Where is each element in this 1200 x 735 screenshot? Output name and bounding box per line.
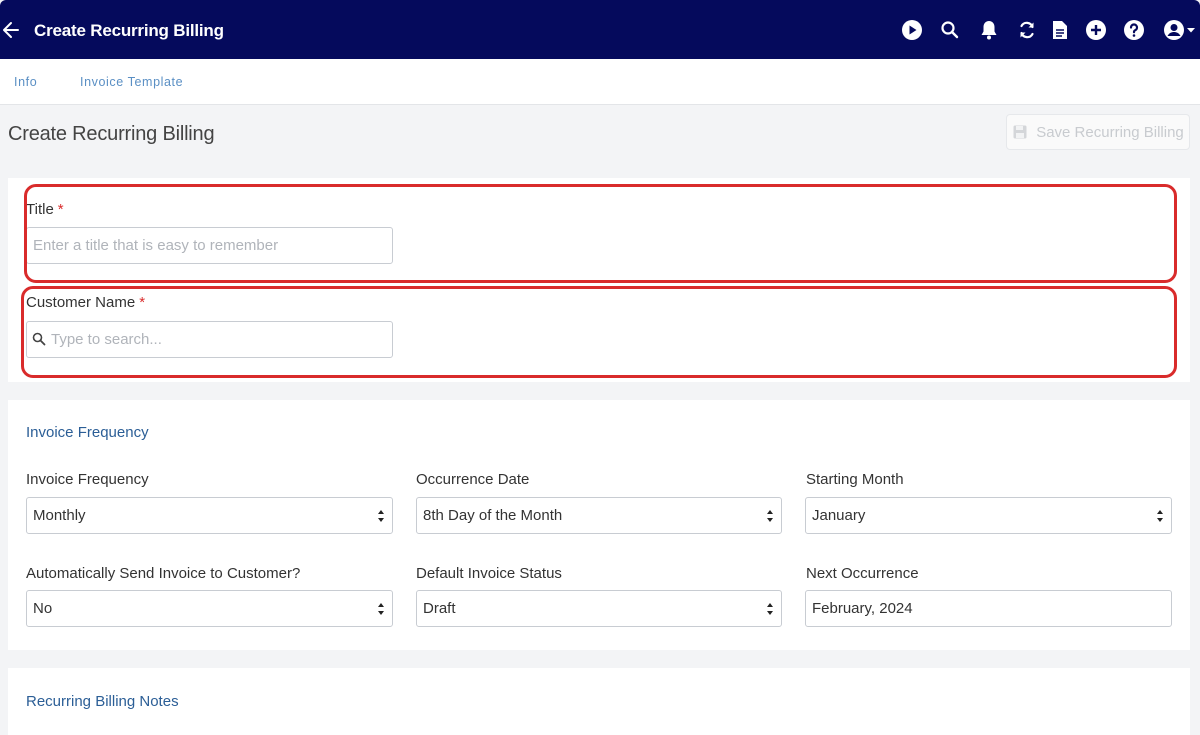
- invoice-frequency-label: Invoice Frequency: [26, 471, 149, 488]
- invoice-frequency-select[interactable]: Monthly: [26, 497, 393, 534]
- auto-send-label: Automatically Send Invoice to Customer?: [26, 565, 301, 582]
- tab-bar: Info Invoice Template: [0, 59, 1200, 105]
- app-header: Create Recurring Billing: [0, 0, 1200, 59]
- select-caret-icon: [378, 510, 384, 522]
- select-caret-icon: [1157, 510, 1163, 522]
- search-icon[interactable]: [938, 17, 962, 43]
- help-icon[interactable]: [1122, 17, 1146, 43]
- next-occurrence-label: Next Occurrence: [806, 565, 919, 582]
- back-arrow-icon[interactable]: [2, 20, 20, 40]
- highlight-title-field: [24, 184, 1177, 283]
- play-icon[interactable]: [900, 17, 924, 43]
- invoice-frequency-value: Monthly: [33, 507, 86, 524]
- invoice-frequency-section-title: Invoice Frequency: [26, 424, 149, 441]
- default-invoice-status-label: Default Invoice Status: [416, 565, 562, 582]
- auto-send-select[interactable]: No: [26, 590, 393, 627]
- next-occurrence-value: February, 2024: [812, 600, 913, 617]
- user-icon[interactable]: [1162, 17, 1198, 43]
- occurrence-date-label: Occurrence Date: [416, 471, 530, 488]
- highlight-customer-field: [21, 286, 1177, 378]
- auto-send-value: No: [33, 600, 53, 617]
- select-caret-icon: [767, 603, 773, 615]
- page-title: Create Recurring Billing: [8, 123, 215, 145]
- app-title: Create Recurring Billing: [34, 21, 224, 40]
- save-recurring-billing-button[interactable]: Save Recurring Billing: [1006, 114, 1190, 150]
- select-caret-icon: [767, 510, 773, 522]
- starting-month-value: January: [812, 507, 866, 524]
- recurring-billing-notes-section-title: Recurring Billing Notes: [26, 693, 179, 710]
- document-icon[interactable]: [1048, 17, 1072, 43]
- floppy-disk-icon: [1013, 125, 1027, 139]
- next-occurrence-field[interactable]: February, 2024: [805, 590, 1172, 627]
- starting-month-select[interactable]: January: [805, 497, 1172, 534]
- save-button-label: Save Recurring Billing: [1036, 123, 1184, 141]
- default-invoice-status-value: Draft: [423, 600, 456, 617]
- tab-invoice-template[interactable]: Invoice Template: [80, 75, 183, 89]
- occurrence-date-select[interactable]: 8th Day of the Month: [416, 497, 782, 534]
- select-caret-icon: [378, 603, 384, 615]
- default-invoice-status-select[interactable]: Draft: [416, 590, 782, 627]
- starting-month-label: Starting Month: [806, 471, 904, 488]
- plus-icon[interactable]: [1084, 17, 1108, 43]
- refresh-icon[interactable]: [1015, 17, 1039, 43]
- recurring-billing-notes-card: [8, 668, 1190, 735]
- occurrence-date-value: 8th Day of the Month: [423, 507, 563, 524]
- tab-info[interactable]: Info: [14, 75, 37, 89]
- bell-icon[interactable]: [977, 17, 1001, 43]
